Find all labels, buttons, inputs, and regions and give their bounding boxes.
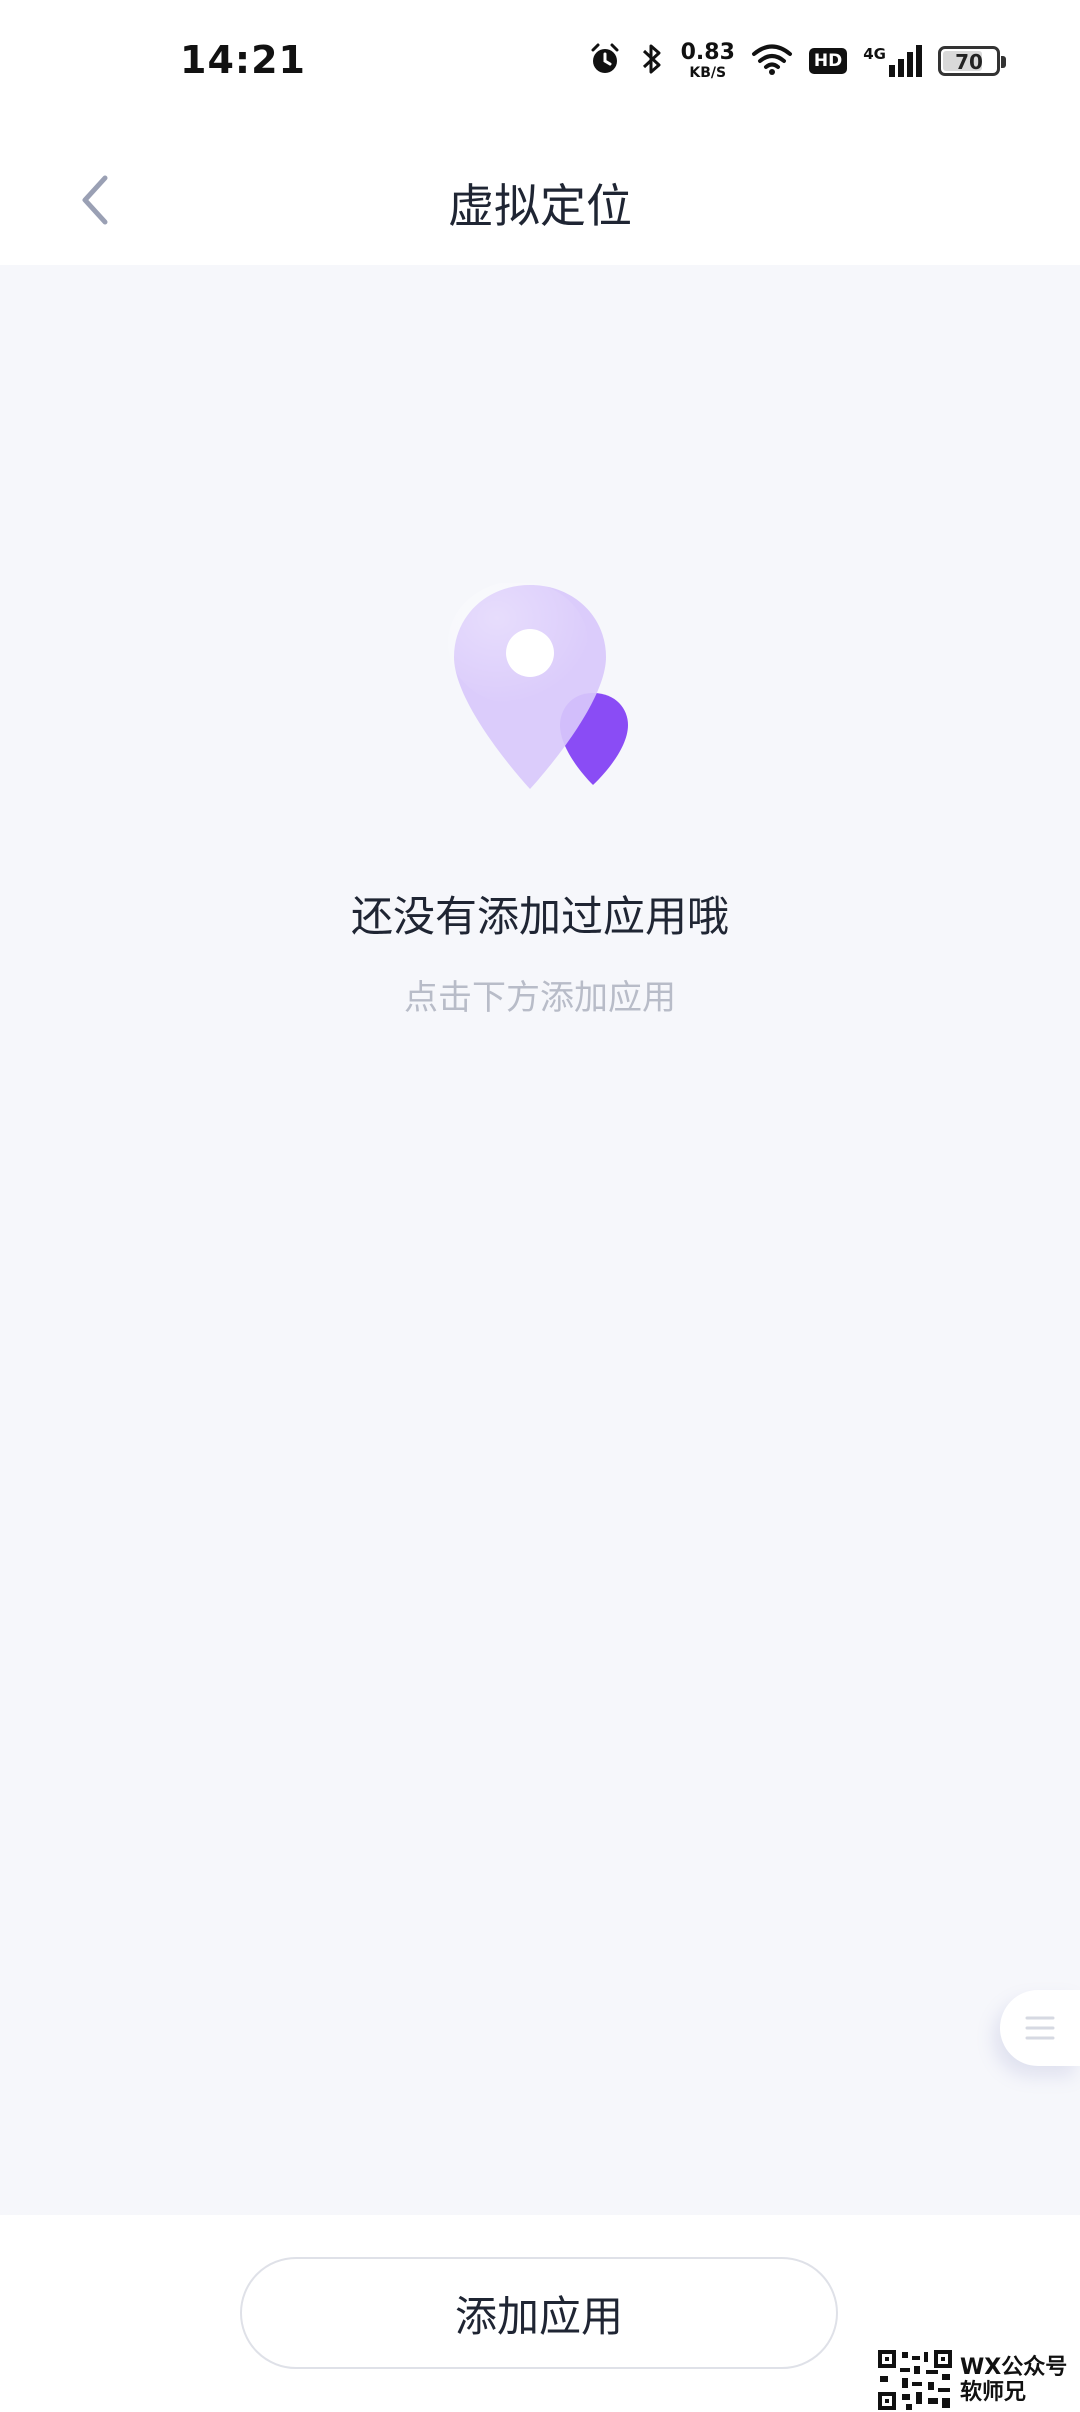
status-time: 14:21 — [180, 38, 306, 82]
status-icons: 0.83 KB/S HD 4G 70 — [587, 36, 1006, 86]
net-speed-unit: KB/S — [689, 65, 727, 81]
page-title: 虚拟定位 — [448, 179, 632, 233]
watermark-line1: WX公众号 — [960, 2354, 1068, 2380]
net-speed-value: 0.83 — [680, 40, 735, 65]
watermark-text: WX公众号 软师兄 — [960, 2355, 1067, 2406]
empty-state-title: 还没有添加过应用哦 — [350, 892, 729, 941]
watermark: WX公众号 软师兄 — [876, 2348, 1080, 2412]
signal-icon: 4G — [863, 45, 922, 77]
net-speed: 0.83 KB/S — [680, 40, 735, 81]
add-app-button[interactable]: 添加应用 — [240, 2257, 838, 2369]
location-pin-icon — [448, 581, 638, 803]
floating-menu-tab[interactable] — [1000, 1990, 1080, 2066]
menu-lines-icon — [1025, 2016, 1055, 2040]
bluetooth-icon — [639, 41, 665, 81]
qr-code-icon — [876, 2348, 954, 2412]
network-type: 4G — [863, 45, 886, 63]
header: 虚拟定位 — [0, 125, 1080, 265]
watermark-line2: 软师兄 — [960, 2380, 1027, 2405]
battery-icon: 70 — [938, 46, 1006, 76]
battery-cap — [1001, 56, 1006, 68]
wifi-icon — [751, 42, 793, 80]
hd-badge: HD — [808, 48, 848, 74]
status-bar: 14:21 0.83 KB/S HD 4G 70 — [0, 0, 1080, 125]
empty-state-hint: 点击下方添加应用 — [404, 978, 676, 1018]
main-content: 还没有添加过应用哦 点击下方添加应用 — [0, 265, 1080, 2215]
bottom-bar: 添加应用 WX公众号 软师兄 — [0, 2215, 1080, 2412]
alarm-icon — [587, 41, 623, 81]
battery-level: 70 — [955, 50, 983, 74]
